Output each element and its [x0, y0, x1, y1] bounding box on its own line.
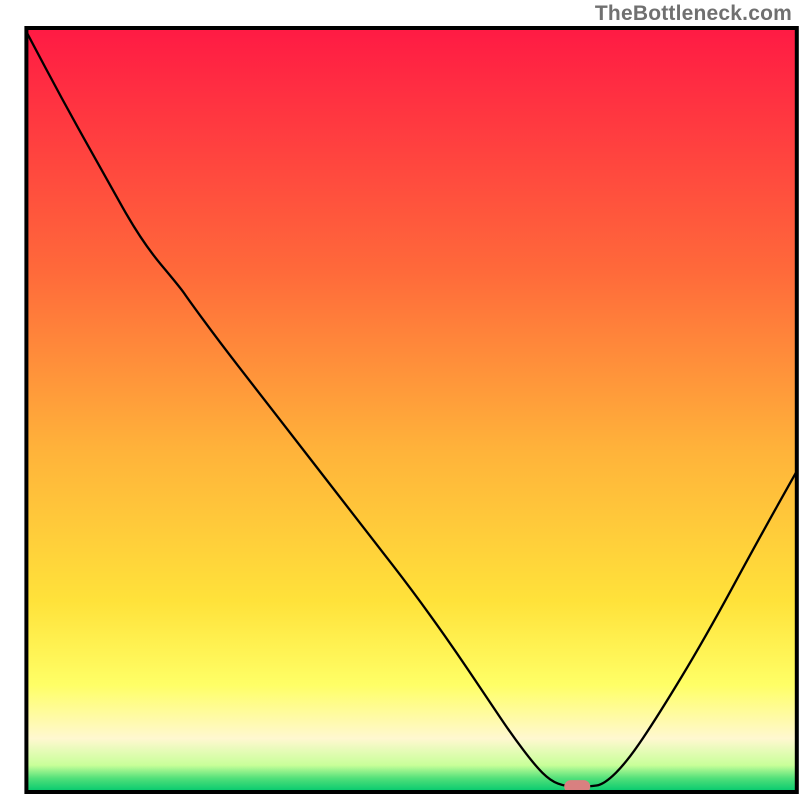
chart-stage: TheBottleneck.com	[0, 0, 800, 800]
watermark-label: TheBottleneck.com	[595, 2, 792, 26]
bottleneck-chart	[0, 0, 800, 800]
